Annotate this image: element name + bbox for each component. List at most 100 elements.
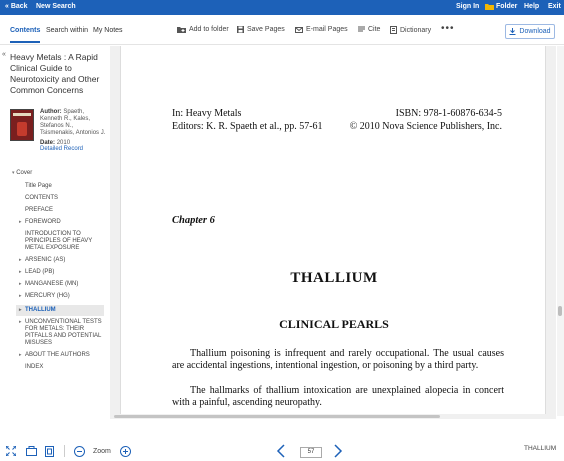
exit-link[interactable]: Exit — [548, 3, 561, 10]
toc-cover-item[interactable]: ▾ Cover — [12, 170, 32, 176]
toc-item-label: INDEX — [25, 364, 44, 370]
toc-item-label: PREFACE — [25, 207, 54, 213]
toc-item[interactable]: Title Page — [18, 183, 104, 190]
save-icon — [237, 26, 244, 33]
collapse-sidebar-icon[interactable]: « — [2, 51, 6, 58]
folder-add-icon — [177, 27, 186, 33]
author-label: Author: — [40, 109, 62, 115]
chapter-title: THALLIUM — [290, 270, 378, 286]
chapter-number: Chapter 6 — [172, 215, 215, 226]
caret-down-icon: ▾ — [12, 170, 15, 176]
more-options-icon[interactable]: ••• — [441, 23, 455, 34]
toc-item-label: THALLIUM — [25, 307, 56, 313]
back-link[interactable]: « Back — [5, 3, 28, 10]
save-pages-button[interactable]: Save Pages — [237, 26, 285, 33]
active-tab-indicator — [10, 41, 40, 43]
toc-item-label: CONTENTS — [25, 195, 58, 201]
toc-item[interactable]: INTRODUCTION TO PRINCIPLES OF HEAVY META… — [18, 231, 104, 252]
tab-contents[interactable]: Contents — [10, 27, 40, 34]
email-pages-button[interactable]: E-mail Pages — [295, 26, 348, 33]
toc-item-label: Title Page — [25, 183, 52, 189]
caret-right-icon[interactable]: ▸ — [19, 257, 22, 264]
single-page-icon[interactable] — [45, 446, 54, 459]
book-title: Heavy Metals : A Rapid Clinical Guide to… — [10, 52, 100, 95]
tab-search-within[interactable]: Search within — [46, 27, 88, 34]
section-heading: CLINICAL PEARLS — [279, 317, 389, 331]
fullscreen-icon[interactable] — [5, 445, 17, 458]
download-icon — [509, 28, 516, 35]
toc-item-label: LEAD (PB) — [25, 269, 55, 275]
book-cover-thumbnail[interactable] — [10, 109, 34, 141]
cite-button[interactable]: Cite — [358, 26, 380, 33]
top-nav-bar: « Back New Search Sign In Folder Help Ex… — [0, 0, 564, 15]
page-number-input[interactable]: 57 — [300, 447, 322, 458]
toc-item[interactable]: CONTENTS — [18, 195, 104, 202]
toc-item-label: MANGANESE (MN) — [25, 281, 79, 287]
caret-right-icon[interactable]: ▸ — [19, 307, 22, 314]
toc-item[interactable]: ▸ UNCONVENTIONAL TESTS FOR METALS: THEIR … — [18, 319, 104, 347]
header-source: In: Heavy Metals — [172, 108, 242, 119]
toc-item-label: ABOUT THE AUTHORS — [25, 352, 90, 358]
table-of-contents: Title Page CONTENTS PREFACE ▸ FOREWORD INTROD… — [16, 183, 104, 376]
sign-in-link[interactable]: Sign In — [456, 3, 479, 10]
zoom-out-icon[interactable] — [74, 446, 85, 459]
bottom-toolbar: Zoom 57 THALLIUM — [0, 436, 564, 461]
save-pages-label: Save Pages — [247, 26, 285, 33]
toc-item[interactable]: ▸ MANGANESE (MN) — [18, 281, 104, 288]
current-section-label: THALLIUM — [524, 445, 557, 452]
toc-item[interactable]: ▸ FOREWORD — [18, 219, 104, 226]
previous-page-icon[interactable] — [276, 444, 285, 460]
caret-right-icon[interactable]: ▸ — [19, 352, 22, 359]
toc-item[interactable]: ▸ MERCURY (HG) — [18, 293, 104, 300]
header-copyright: © 2010 Nova Science Publishers, Inc. — [349, 121, 502, 132]
caret-right-icon[interactable]: ▸ — [19, 293, 22, 300]
header-editors: Editors: K. R. Spaeth et al., pp. 57-61 — [172, 121, 323, 132]
toc-item[interactable]: PREFACE — [18, 207, 104, 214]
header-isbn: ISBN: 978-1-60876-634-5 — [395, 108, 502, 119]
toc-item-label: UNCONVENTIONAL TESTS FOR METALS: THEIR P… — [25, 319, 102, 346]
folder-label: Folder — [496, 3, 518, 10]
vertical-scrollbar[interactable] — [557, 46, 564, 416]
email-icon — [295, 26, 303, 33]
toc-item[interactable]: ▸ THALLIUM — [16, 305, 104, 316]
toolbar-divider — [64, 445, 65, 457]
zoom-in-icon[interactable] — [120, 446, 131, 459]
toc-item-label: INTRODUCTION TO PRINCIPLES OF HEAVY META… — [25, 231, 93, 251]
caret-right-icon[interactable]: ▸ — [19, 281, 22, 288]
detailed-record-link[interactable]: Detailed Record — [40, 146, 83, 152]
page-layout-icon[interactable] — [26, 446, 37, 458]
toc-item[interactable]: ▸ ABOUT THE AUTHORS — [18, 352, 104, 359]
toc-item[interactable]: ▸ ARSENIC (AS) — [18, 257, 104, 264]
zoom-label: Zoom — [93, 448, 111, 455]
horizontal-scrollbar[interactable] — [110, 414, 556, 419]
new-search-link[interactable]: New Search — [36, 3, 76, 10]
help-link[interactable]: Help — [524, 3, 539, 10]
vertical-scroll-thumb[interactable] — [558, 306, 562, 316]
download-button[interactable]: Download — [505, 24, 555, 39]
toc-cover-label: Cover — [16, 170, 33, 176]
tab-my-notes[interactable]: My Notes — [93, 27, 123, 34]
dictionary-button[interactable]: Dictionary — [390, 26, 431, 34]
body-paragraph: Thallium poisoning is infrequent and rar… — [172, 348, 504, 371]
toolbar: Contents Search within My Notes Add to f… — [0, 15, 564, 45]
toc-item-label: ARSENIC (AS) — [25, 257, 66, 263]
next-page-icon[interactable] — [334, 444, 343, 460]
cite-label: Cite — [368, 26, 381, 33]
add-to-folder-label: Add to folder — [189, 26, 229, 33]
document-viewer: In: Heavy Metals ISBN: 978-1-60876-634-5… — [110, 46, 556, 416]
caret-right-icon[interactable]: ▸ — [19, 219, 22, 226]
toc-item[interactable]: ▸ LEAD (PB) — [18, 269, 104, 276]
toc-item-label: MERCURY (HG) — [25, 293, 70, 299]
document-page: In: Heavy Metals ISBN: 978-1-60876-634-5… — [120, 46, 546, 416]
folder-icon — [485, 4, 494, 10]
add-to-folder-button[interactable]: Add to folder — [177, 26, 229, 33]
toc-item[interactable]: INDEX — [18, 364, 104, 371]
toc-item-label: FOREWORD — [25, 219, 61, 225]
horizontal-scroll-thumb[interactable] — [114, 415, 440, 418]
caret-right-icon[interactable]: ▸ — [19, 319, 22, 326]
cite-icon — [358, 26, 365, 32]
book-metadata: Author: Spaeth, Kenneth R., Kales, Stefa… — [40, 109, 108, 147]
folder-link[interactable]: Folder — [485, 3, 517, 10]
caret-right-icon[interactable]: ▸ — [19, 269, 22, 276]
body-paragraph: The hallmarks of thallium intoxication a… — [172, 385, 504, 408]
